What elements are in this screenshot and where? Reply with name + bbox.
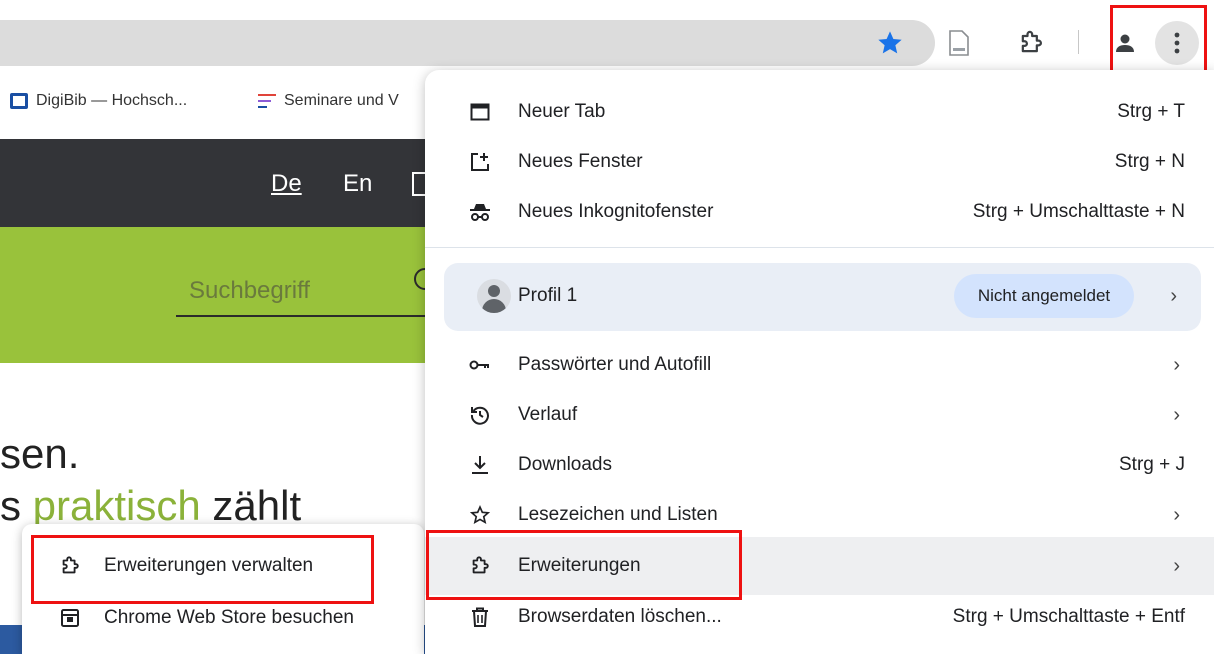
menu-item-label: Browserdaten löschen...	[518, 606, 722, 627]
hero-line-1: sen.	[0, 430, 80, 477]
menu-item-label: Erweiterungen	[518, 555, 641, 576]
hero-highlight-word: praktisch	[32, 482, 201, 529]
new-tab-icon	[467, 99, 493, 125]
submenu-item-manage-extensions[interactable]: Erweiterungen verwalten	[22, 542, 424, 590]
bookmark-digibib[interactable]: DigiBib — Hochsch...	[10, 92, 187, 110]
submenu-item-label: Erweiterungen verwalten	[104, 555, 314, 576]
browser-toolbar	[0, 0, 1214, 81]
more-menu-icon[interactable]	[1165, 28, 1189, 58]
menu-item-shortcut: Strg + Umschalttaste + N	[972, 201, 1185, 222]
header-icon[interactable]	[412, 172, 426, 196]
menu-item-bookmarks[interactable]: Lesezeichen und Listen ›	[425, 490, 1214, 540]
menu-item-shortcut: Strg + J	[1119, 454, 1185, 475]
submenu-item-label: Chrome Web Store besuchen	[104, 607, 354, 628]
bookmark-star-icon	[467, 502, 493, 528]
menu-item-label: Downloads	[518, 454, 612, 475]
site-search-input[interactable]: Suchbegriff	[189, 277, 310, 305]
menu-item-new-window[interactable]: Neues Fenster Strg + N	[425, 137, 1214, 187]
toolbar-separator	[1078, 30, 1079, 54]
chevron-right-icon: ›	[1173, 554, 1180, 577]
avatar	[477, 279, 511, 313]
menu-item-incognito[interactable]: Neues Inkognitofenster Strg + Umschaltta…	[425, 187, 1214, 237]
menu-item-clear-browsing-data[interactable]: Browserdaten löschen... Strg + Umschaltt…	[425, 592, 1214, 642]
bookmark-label: Seminare und V	[284, 92, 399, 109]
menu-item-profile[interactable]: Profil 1 Nicht angemeldet ›	[444, 263, 1201, 331]
menu-item-passwords[interactable]: Passwörter und Autofill ›	[425, 340, 1214, 390]
menu-item-shortcut: Strg + N	[1114, 151, 1185, 172]
digibib-icon	[10, 93, 28, 109]
menu-item-label: Verlauf	[518, 404, 578, 425]
history-icon	[467, 402, 493, 428]
hero-text: zählt	[200, 482, 302, 529]
hero-text: s	[0, 482, 33, 529]
hero-line-2: s praktisch zählt	[0, 482, 301, 530]
menu-item-label: Neues Inkognitofenster	[518, 201, 714, 222]
chevron-right-icon: ›	[1173, 353, 1180, 376]
profile-icon[interactable]	[1110, 28, 1140, 58]
key-icon	[467, 352, 493, 378]
bookmark-seminare[interactable]: Seminare und V	[258, 92, 399, 110]
download-icon	[467, 452, 493, 478]
incognito-icon	[467, 199, 493, 225]
extensions-icon	[467, 553, 493, 579]
bookmark-label: DigiBib — Hochsch...	[36, 92, 188, 109]
extensions-icon	[58, 554, 82, 578]
menu-item-downloads[interactable]: Downloads Strg + J	[425, 440, 1214, 490]
language-link-de[interactable]: De	[271, 170, 302, 198]
chevron-right-icon: ›	[1170, 285, 1177, 307]
menu-item-extensions[interactable]: Erweiterungen ›	[425, 541, 1214, 591]
trash-icon	[467, 604, 493, 630]
search-underline	[176, 315, 430, 317]
extensions-submenu: Erweiterungen verwalten Chrome Web Store…	[22, 524, 424, 654]
language-link-en[interactable]: En	[343, 170, 372, 198]
menu-item-label: Neuer Tab	[518, 101, 606, 122]
chrome-main-menu: Neuer Tab Strg + T Neues Fenster Strg + …	[425, 70, 1214, 654]
menu-item-shortcut: Strg + Umschalttaste + Entf	[952, 606, 1185, 627]
new-window-icon	[467, 149, 493, 175]
profile-name: Profil 1	[518, 285, 578, 306]
menu-item-label: Passwörter und Autofill	[518, 354, 712, 375]
seminare-icon	[258, 94, 276, 108]
web-store-icon	[58, 606, 82, 630]
chevron-right-icon: ›	[1173, 503, 1180, 526]
menu-item-label: Lesezeichen und Listen	[518, 504, 718, 525]
sign-in-status-badge[interactable]: Nicht angemeldet	[954, 274, 1134, 318]
menu-item-history[interactable]: Verlauf ›	[425, 390, 1214, 440]
menu-item-shortcut: Strg + T	[1117, 101, 1185, 122]
star-icon[interactable]	[874, 27, 906, 59]
menu-item-label: Neues Fenster	[518, 151, 643, 172]
extensions-icon[interactable]	[1014, 26, 1048, 60]
chevron-right-icon: ›	[1173, 403, 1180, 426]
menu-divider	[425, 247, 1214, 248]
reading-list-icon[interactable]	[943, 27, 975, 59]
submenu-item-web-store[interactable]: Chrome Web Store besuchen	[22, 594, 424, 642]
menu-item-new-tab[interactable]: Neuer Tab Strg + T	[425, 87, 1214, 137]
address-bar[interactable]	[0, 20, 935, 66]
